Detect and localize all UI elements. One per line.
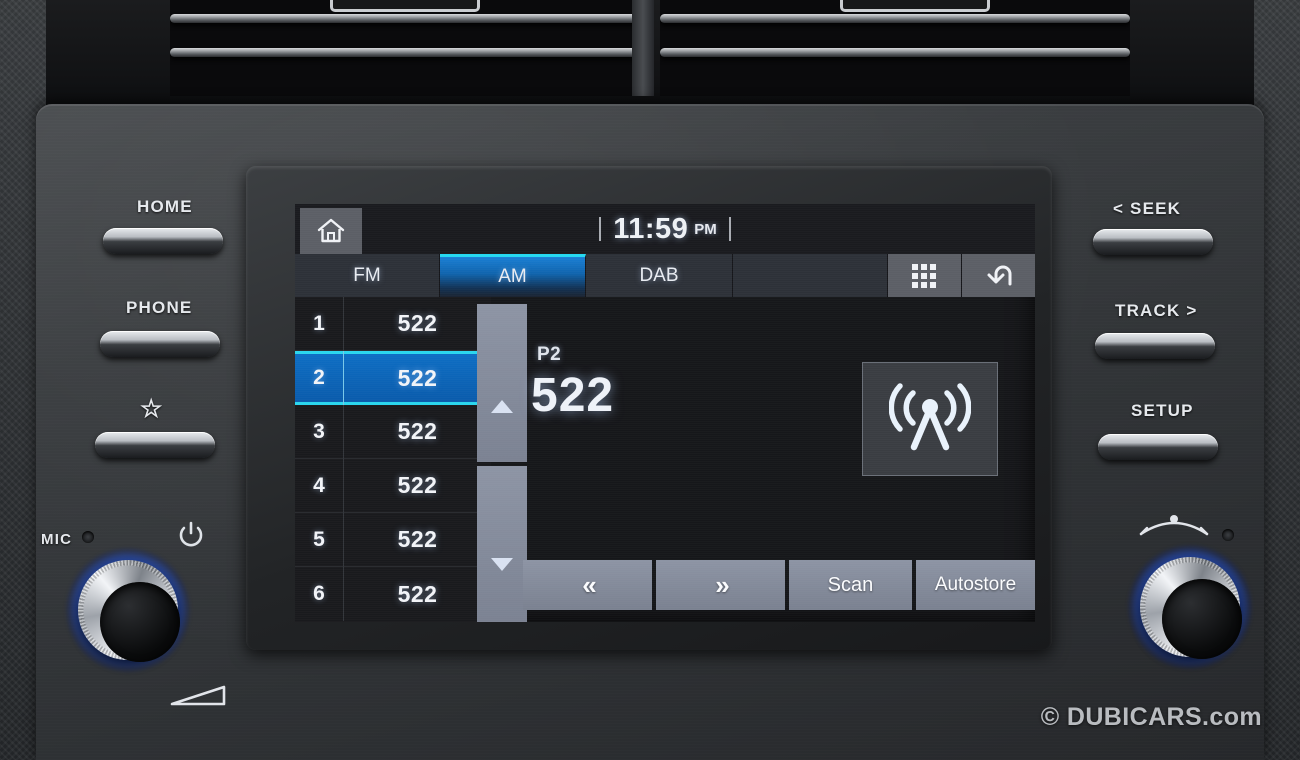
tune-knob[interactable]	[1128, 545, 1252, 669]
triangle-up-icon	[491, 399, 513, 413]
head-unit-photo: HOME PHONE ☆ < SEEK TRACK > SETUP MIC 11…	[0, 0, 1300, 760]
favorite-hard-button[interactable]	[95, 432, 215, 458]
seek-up-label: »	[715, 569, 730, 600]
home-hard-button-label: HOME	[137, 197, 193, 216]
knob-face	[1162, 579, 1242, 659]
preset-list[interactable]: 1 522 2 522 3 522 4 522 5 522 6 522	[295, 296, 491, 622]
seek-down-label: «	[582, 569, 597, 600]
radio-source-tile[interactable]	[862, 362, 998, 476]
watermark: © DUBICARS.com	[1040, 703, 1262, 731]
knob-bezel	[78, 560, 180, 662]
tab-fm[interactable]: FM	[295, 254, 440, 297]
preset-row-5[interactable]: 5 522	[295, 512, 491, 567]
sensor-hole	[1222, 529, 1234, 541]
tab-empty[interactable]	[733, 254, 888, 297]
scroll-down-button[interactable]	[477, 466, 527, 622]
setup-hard-button-label: SETUP	[1131, 401, 1194, 420]
now-playing-panel: P2 522	[531, 344, 614, 423]
back-arrow-icon	[987, 265, 1012, 285]
scan-button[interactable]: Scan	[788, 560, 912, 610]
preset-frequency: 522	[397, 580, 438, 607]
status-bar: 11:59 PM	[295, 204, 1035, 254]
track-hard-button[interactable]	[1095, 333, 1215, 359]
seek-hard-button-label: < SEEK	[1113, 199, 1182, 218]
setup-hard-button[interactable]	[1098, 434, 1218, 460]
preset-row-4[interactable]: 4 522	[295, 458, 491, 513]
phone-hard-button-label: PHONE	[126, 298, 193, 317]
preset-row-1[interactable]: 1 522	[295, 296, 491, 351]
track-hard-button-label: TRACK >	[1115, 301, 1198, 320]
clock-time: 11:59	[613, 212, 689, 245]
triangle-down-icon	[491, 557, 513, 571]
transport-button-row: « » Scan Autostore	[523, 560, 1035, 610]
seek-down-button[interactable]: «	[523, 560, 652, 610]
vent-divider	[632, 0, 654, 96]
preset-number: 5	[313, 527, 325, 551]
volume-wedge-icon	[170, 685, 226, 706]
air-vent-area	[0, 0, 1300, 110]
now-playing-preset: P2	[537, 344, 562, 365]
seek-up-button[interactable]: »	[655, 560, 785, 610]
back-button[interactable]	[961, 254, 1035, 297]
tab-am[interactable]: AM	[440, 254, 586, 297]
air-vent-right	[660, 0, 1130, 96]
microphone-hole	[82, 531, 94, 543]
star-icon: ☆	[140, 395, 164, 423]
preset-number: 6	[313, 582, 325, 605]
preset-frequency: 522	[397, 472, 438, 498]
clock-divider-left	[599, 217, 602, 241]
knob-bezel	[1140, 557, 1242, 659]
preset-frequency: 522	[397, 364, 438, 391]
band-tab-row: FM AM DAB	[295, 254, 1035, 297]
home-hard-button[interactable]	[103, 228, 223, 254]
scan-label: Scan	[827, 573, 874, 596]
preset-scrollbar[interactable]	[477, 304, 527, 622]
preset-frequency: 522	[397, 418, 438, 444]
preset-number: 4	[313, 473, 325, 497]
grid-menu-button[interactable]	[888, 254, 962, 297]
clock: 11:59 PM	[295, 204, 1035, 254]
preset-number: 2	[313, 366, 325, 389]
seek-hard-button[interactable]	[1093, 229, 1213, 255]
preset-frequency: 522	[397, 310, 438, 336]
radio-antenna-icon	[889, 383, 971, 451]
mic-label: MIC	[41, 531, 73, 548]
tune-arc-icon	[1139, 515, 1209, 536]
power-icon	[179, 521, 203, 547]
clock-ampm: PM	[694, 220, 717, 238]
preset-number: 3	[313, 419, 325, 443]
autostore-label: Autostore	[934, 574, 1017, 595]
autostore-button[interactable]: Autostore	[915, 560, 1035, 610]
vent-control-tab[interactable]	[330, 0, 480, 12]
preset-frequency: 522	[397, 526, 438, 552]
power-volume-knob[interactable]	[66, 548, 190, 672]
preset-row-2[interactable]: 2 522	[295, 351, 491, 405]
knob-face	[100, 582, 180, 662]
vent-control-tab[interactable]	[840, 0, 990, 12]
infotainment-screen[interactable]: 11:59 PM FM AM DAB 1 522 2 522 3 522 4 5…	[295, 204, 1035, 622]
air-vent-left	[170, 0, 640, 96]
preset-number: 1	[313, 311, 325, 335]
clock-divider-right	[728, 217, 731, 241]
preset-row-3[interactable]: 3 522	[295, 404, 491, 459]
scroll-up-button[interactable]	[477, 304, 527, 462]
phone-hard-button[interactable]	[100, 331, 220, 357]
tab-dab[interactable]: DAB	[586, 254, 733, 297]
preset-row-6[interactable]: 6 522	[295, 567, 491, 621]
now-playing-frequency: 522	[531, 369, 615, 422]
grid-menu-icon	[912, 263, 937, 288]
